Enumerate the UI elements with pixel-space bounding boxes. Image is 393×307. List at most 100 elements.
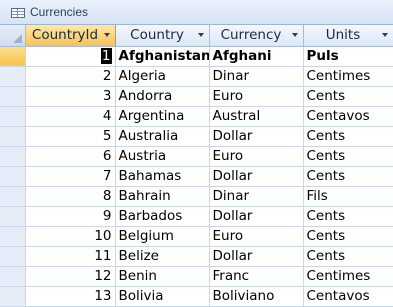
cell-countryid[interactable]: 9: [25, 206, 116, 227]
cell-currency[interactable]: Euro: [209, 226, 304, 247]
cell-units[interactable]: Cents: [303, 86, 393, 107]
row-selector[interactable]: [0, 86, 26, 107]
cell-countryid[interactable]: 4: [25, 106, 116, 127]
cell-currency[interactable]: Dinar: [209, 186, 304, 207]
cell-currency[interactable]: Dinar: [209, 66, 304, 87]
cell-countryid[interactable]: 3: [25, 86, 116, 107]
grid-body: 1 Afghanistan Afghani Puls 2 Algeria Dinar Cent…: [0, 46, 393, 307]
row-selector[interactable]: [0, 206, 26, 227]
cell-country[interactable]: Afghanistan: [115, 46, 210, 67]
table-row[interactable]: 13 Bolivia Boliviano Centavos: [0, 286, 393, 307]
row-selector[interactable]: [0, 166, 26, 187]
row-selector[interactable]: [0, 106, 26, 127]
cell-currency[interactable]: Franc: [209, 266, 304, 287]
cell-currency[interactable]: Dollar: [209, 246, 304, 267]
cell-country[interactable]: Belgium: [115, 226, 210, 247]
cell-units[interactable]: Centimes: [303, 66, 393, 87]
dropdown-arrow-icon[interactable]: [197, 33, 204, 37]
cell-country[interactable]: Barbados: [115, 206, 210, 227]
table-row[interactable]: 2 Algeria Dinar Centimes: [0, 66, 393, 87]
row-selector[interactable]: [0, 286, 26, 307]
column-header-label: Currency: [220, 27, 282, 44]
cell-countryid[interactable]: 12: [25, 266, 116, 287]
cell-units[interactable]: Cents: [303, 146, 393, 167]
cell-units[interactable]: Cents: [303, 126, 393, 147]
column-header-label: Units: [325, 27, 361, 44]
column-header-currency[interactable]: Currency: [209, 25, 304, 47]
row-selector[interactable]: [0, 66, 26, 87]
cell-country[interactable]: Bahrain: [115, 186, 210, 207]
column-header-units[interactable]: Units: [303, 25, 393, 47]
table-row[interactable]: 3 Andorra Euro Cents: [0, 86, 393, 107]
cell-units[interactable]: Cents: [303, 206, 393, 227]
cell-units[interactable]: Centavos: [303, 106, 393, 127]
dropdown-arrow-icon[interactable]: [381, 33, 388, 37]
table-row[interactable]: 1 Afghanistan Afghani Puls: [0, 46, 393, 67]
cell-country[interactable]: Bolivia: [115, 286, 210, 307]
cell-units[interactable]: Puls: [303, 46, 393, 67]
cell-currency[interactable]: Boliviano: [209, 286, 304, 307]
table-row[interactable]: 10 Belgium Euro Cents: [0, 226, 393, 247]
cell-units[interactable]: Centavos: [303, 286, 393, 307]
column-header-country[interactable]: Country: [115, 25, 210, 47]
table-row[interactable]: 11 Belize Dollar Cents: [0, 246, 393, 267]
window-titlebar: Currencies: [0, 0, 393, 25]
select-all-corner[interactable]: [0, 25, 26, 47]
cell-countryid[interactable]: 8: [25, 186, 116, 207]
cell-countryid[interactable]: 5: [25, 126, 116, 147]
table-row[interactable]: 6 Austria Euro Cents: [0, 146, 393, 167]
cell-units[interactable]: Centimes: [303, 266, 393, 287]
cell-country[interactable]: Algeria: [115, 66, 210, 87]
row-selector[interactable]: [0, 226, 26, 247]
cell-currency[interactable]: Dollar: [209, 126, 304, 147]
cell-currency[interactable]: Austral: [209, 106, 304, 127]
table-icon: [11, 8, 25, 18]
row-selector[interactable]: [0, 266, 26, 287]
cell-countryid[interactable]: 13: [25, 286, 116, 307]
column-header-label: Country: [130, 27, 184, 44]
cell-country[interactable]: Benin: [115, 266, 210, 287]
table-row[interactable]: 12 Benin Franc Centimes: [0, 266, 393, 287]
cell-units[interactable]: Cents: [303, 166, 393, 187]
row-selector[interactable]: [0, 186, 26, 207]
row-selector[interactable]: [0, 126, 26, 147]
cell-countryid[interactable]: 7: [25, 166, 116, 187]
table-row[interactable]: 9 Barbados Dollar Cents: [0, 206, 393, 227]
cell-currency[interactable]: Euro: [209, 146, 304, 167]
dropdown-arrow-icon[interactable]: [291, 33, 298, 37]
cell-currency[interactable]: Euro: [209, 86, 304, 107]
cell-countryid[interactable]: 1: [25, 46, 116, 67]
cell-countryid[interactable]: 11: [25, 246, 116, 267]
table-row[interactable]: 8 Bahrain Dinar Fils: [0, 186, 393, 207]
row-selector[interactable]: [0, 46, 26, 67]
cell-countryid-value: 1: [100, 48, 112, 64]
row-selector[interactable]: [0, 246, 26, 267]
cell-countryid-value: 3: [102, 88, 112, 104]
cell-countryid[interactable]: 10: [25, 226, 116, 247]
cell-country[interactable]: Argentina: [115, 106, 210, 127]
cell-units[interactable]: Cents: [303, 226, 393, 247]
cell-country[interactable]: Andorra: [115, 86, 210, 107]
cell-country[interactable]: Australia: [115, 126, 210, 147]
dropdown-arrow-icon[interactable]: [103, 33, 110, 37]
cell-countryid-value: 9: [102, 208, 112, 224]
table-row[interactable]: 4 Argentina Austral Centavos: [0, 106, 393, 127]
cell-country[interactable]: Belize: [115, 246, 210, 267]
cell-countryid[interactable]: 6: [25, 146, 116, 167]
column-header-label: CountryId: [31, 27, 99, 44]
cell-units[interactable]: Fils: [303, 186, 393, 207]
cell-currency[interactable]: Dollar: [209, 206, 304, 227]
cell-country[interactable]: Austria: [115, 146, 210, 167]
column-header-countryid[interactable]: CountryId: [25, 25, 116, 47]
row-selector[interactable]: [0, 146, 26, 167]
cell-countryid[interactable]: 2: [25, 66, 116, 87]
datasheet-grid: CountryId Country Currency Units 1 Afghan…: [0, 25, 393, 307]
cell-currency[interactable]: Afghani: [209, 46, 304, 67]
table-row[interactable]: 7 Bahamas Dollar Cents: [0, 166, 393, 187]
cell-countryid-value: 4: [102, 108, 112, 124]
cell-units[interactable]: Cents: [303, 246, 393, 267]
cell-country[interactable]: Bahamas: [115, 166, 210, 187]
cell-currency[interactable]: Dollar: [209, 166, 304, 187]
select-all-icon: [12, 33, 22, 43]
table-row[interactable]: 5 Australia Dollar Cents: [0, 126, 393, 147]
